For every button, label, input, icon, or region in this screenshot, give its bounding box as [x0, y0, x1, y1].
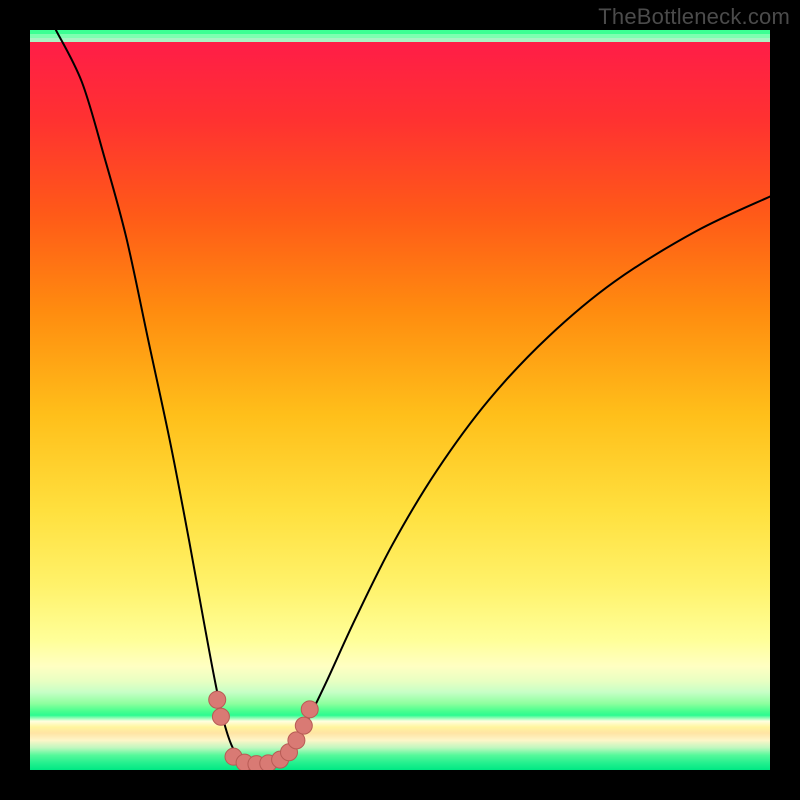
curve-marker — [295, 717, 312, 734]
plot-area — [30, 30, 770, 770]
chart-svg — [30, 30, 770, 770]
curve-markers — [209, 691, 319, 770]
watermark-text: TheBottleneck.com — [598, 4, 790, 30]
outer-frame: TheBottleneck.com — [0, 0, 800, 800]
curve-marker — [301, 701, 318, 718]
curve-marker — [212, 708, 229, 725]
curve-marker — [209, 691, 226, 708]
v-curve — [56, 30, 770, 764]
